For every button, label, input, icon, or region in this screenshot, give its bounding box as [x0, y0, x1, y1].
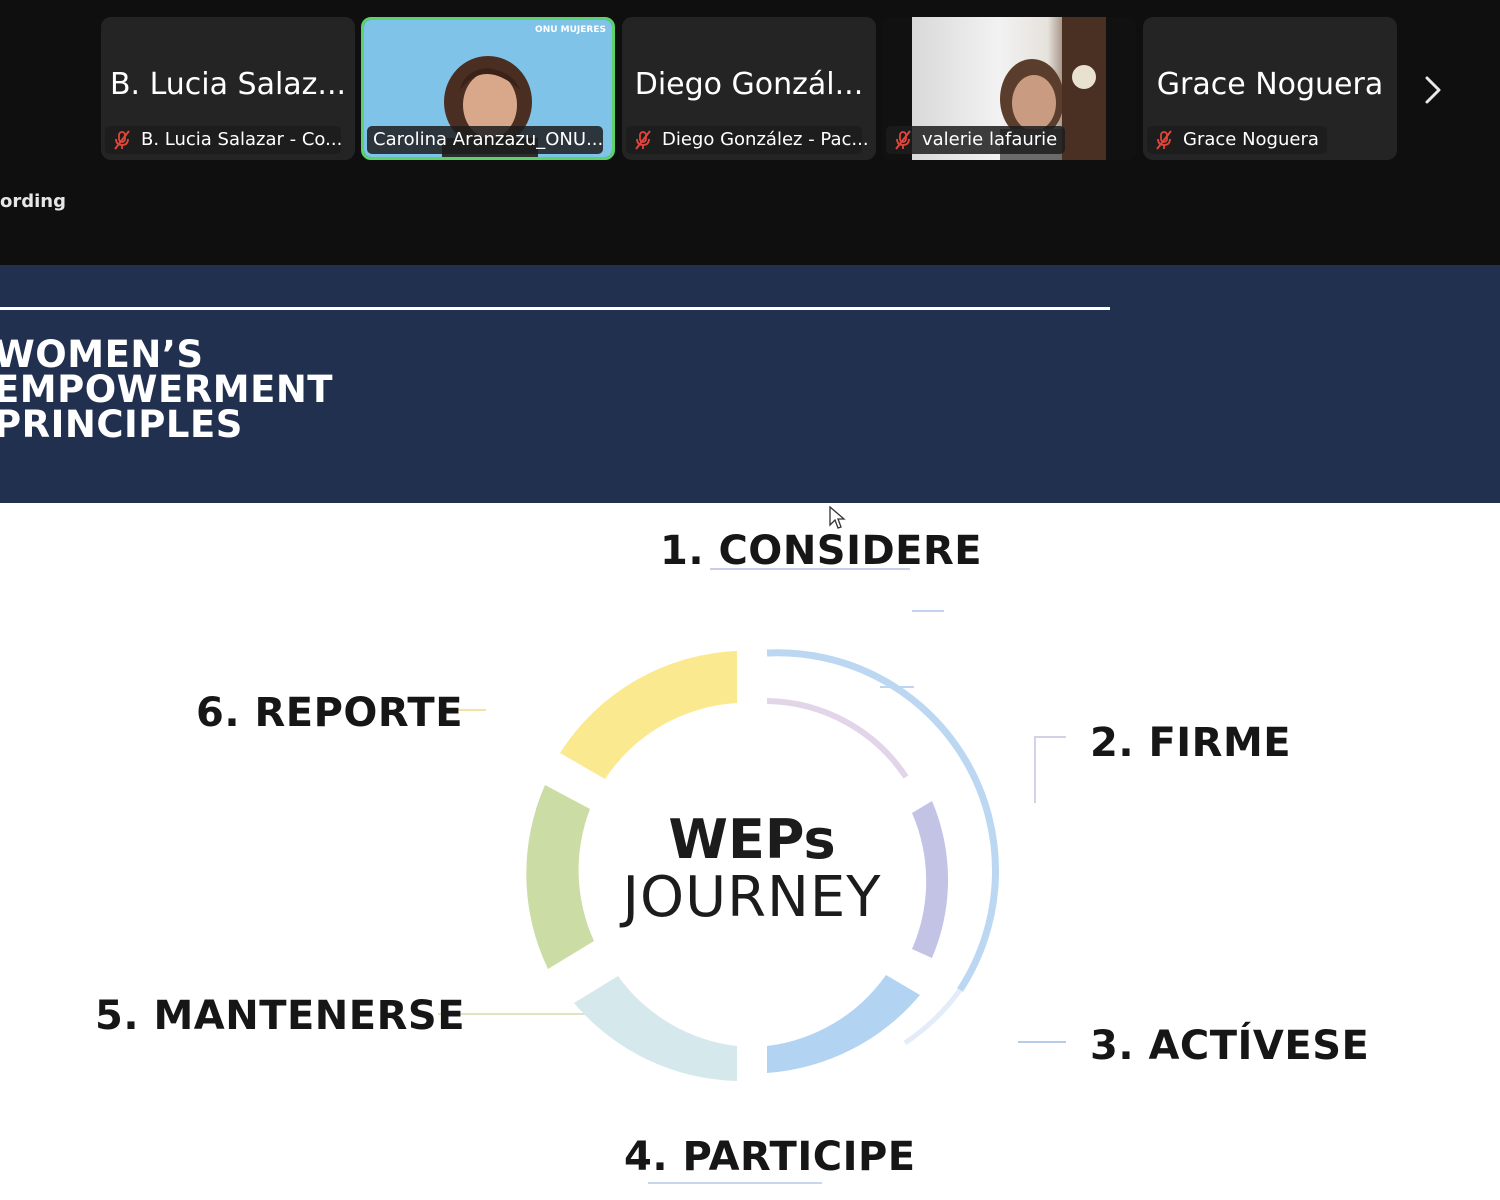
segment-activese [767, 975, 920, 1073]
participant-name-label: Grace Noguera [1147, 126, 1327, 154]
mouse-cursor-icon [829, 505, 846, 529]
recording-status-text: ording [0, 191, 66, 212]
participant-name-label: Diego González - Pac... [626, 126, 869, 154]
participant-name-label: B. Lucia Salazar - Co... [105, 126, 343, 154]
step-2-firme: 2. FIRME [1090, 720, 1292, 766]
participant-display-name: B. Lucia Salaz... [109, 67, 347, 102]
participant-display-name: Diego Gonzál... [634, 67, 864, 102]
participant-label-text: B. Lucia Salazar - Co... [141, 129, 343, 150]
participant-tile[interactable]: valerie lafaurie [882, 17, 1136, 160]
participant-strip: B. Lucia Salaz... B. Lucia Salazar - Co.… [0, 0, 1500, 265]
connector-line-2 [1034, 736, 1066, 803]
mic-muted-icon [635, 130, 651, 150]
participant-label-text: Grace Noguera [1183, 129, 1319, 150]
participant-name-label: Carolina Aranzazu_ONU... [367, 126, 603, 154]
title-line: WOMEN’S [0, 333, 204, 376]
participant-name-label: valerie lafaurie [886, 126, 1066, 154]
participant-label-text: Diego González - Pac... [662, 129, 869, 150]
participant-label-text: Carolina Aranzazu_ONU... [373, 129, 604, 150]
participant-tile[interactable]: Diego Gonzál... Diego González - Pac... [622, 17, 876, 160]
title-line: PRINCIPLES [0, 403, 243, 446]
participant-tile[interactable]: B. Lucia Salaz... B. Lucia Salazar - Co.… [101, 17, 355, 160]
slide-header: WOMEN’S EMPOWERMENT PRINCIPLES [0, 265, 1500, 503]
step-5-mantenerse: 5. MANTENERSE [95, 993, 466, 1039]
participant-tile[interactable]: Grace Noguera Grace Noguera [1143, 17, 1397, 160]
center-title: WEPs [668, 808, 836, 871]
video-letterbox [1106, 17, 1136, 160]
center-subtitle: JOURNEY [622, 865, 882, 930]
onu-mujeres-logo: ONU MUJERES [535, 25, 606, 35]
participant-display-name: Grace Noguera [1156, 67, 1384, 102]
segment-reporte [560, 651, 737, 779]
step-1-considere: 1. CONSIDERE [660, 528, 983, 574]
mic-muted-icon [895, 130, 911, 150]
weps-journey-diagram: 1. CONSIDERE 2. FIRME 3. ACTÍVESE 4. PAR… [0, 503, 1500, 1200]
participant-tile-active[interactable]: ONU MUJERES Carolina Aranzazu_ONU... [361, 17, 615, 160]
step-6-reporte: 6. REPORTE [196, 690, 464, 736]
header-divider [0, 307, 1110, 310]
title-line: EMPOWERMENT [0, 368, 334, 411]
segment-participe [574, 976, 737, 1081]
mic-muted-icon [114, 130, 130, 150]
chevron-right-icon[interactable] [1418, 72, 1448, 108]
step-4-participe: 4. PARTICIPE [624, 1134, 916, 1180]
mic-muted-icon [1156, 130, 1172, 150]
step-3-activese: 3. ACTÍVESE [1090, 1023, 1370, 1069]
segment-considere [766, 698, 909, 779]
participant-label-text: valerie lafaurie [922, 129, 1058, 150]
weps-logo-title: WOMEN’S EMPOWERMENT PRINCIPLES [0, 333, 334, 446]
